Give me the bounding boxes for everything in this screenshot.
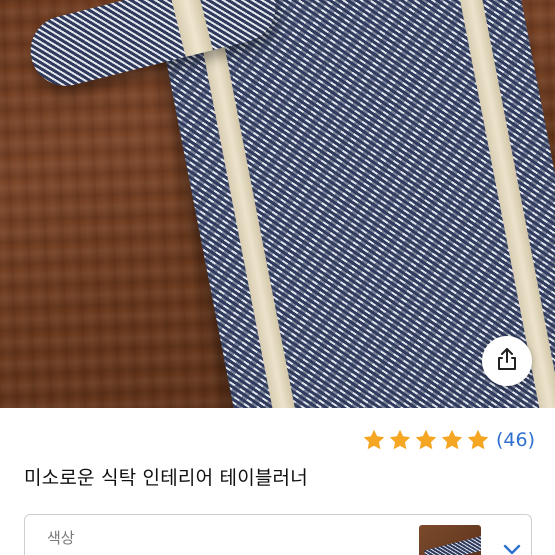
share-icon xyxy=(496,347,518,375)
product-image[interactable] xyxy=(0,0,555,408)
star-icon xyxy=(440,428,464,452)
review-count-link[interactable]: (46) xyxy=(496,429,535,451)
option-label: 색상 xyxy=(47,529,75,547)
star-icon xyxy=(466,428,490,452)
chevron-down-icon[interactable] xyxy=(503,541,521,555)
option-thumbnail xyxy=(419,525,481,555)
star-icon xyxy=(414,428,438,452)
star-icon xyxy=(388,428,412,452)
rating[interactable]: (46) xyxy=(362,426,535,454)
share-button[interactable] xyxy=(482,336,532,386)
product-title: 미소로운 식탁 인테리어 테이블러너 xyxy=(24,467,308,489)
star-icon xyxy=(362,428,386,452)
color-option-select[interactable]: 색상 xyxy=(24,514,532,555)
